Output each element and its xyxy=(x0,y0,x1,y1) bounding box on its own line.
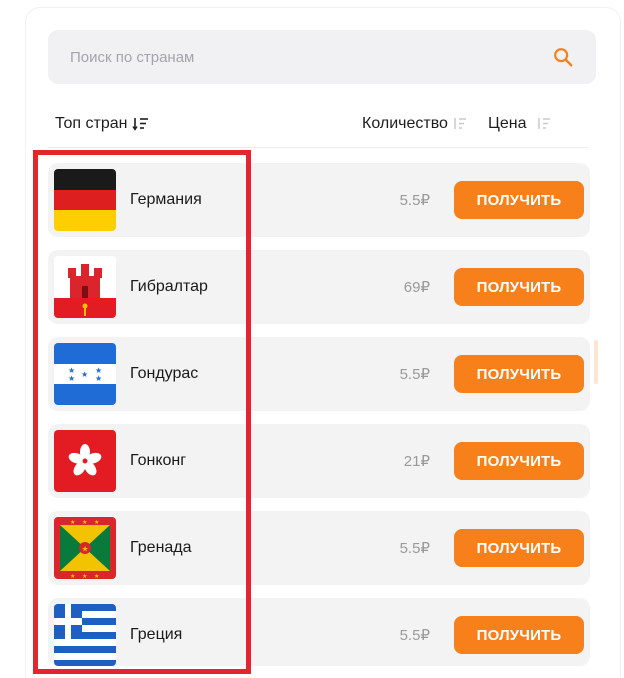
search-icon[interactable] xyxy=(552,46,574,68)
svg-text:★: ★ xyxy=(82,573,87,579)
country-price: 69₽ xyxy=(403,279,430,296)
list-item[interactable]: Греция 5.5₽ ПОЛУЧИТЬ xyxy=(48,598,590,666)
search-bar[interactable] xyxy=(48,30,596,84)
country-name: Гибралтар xyxy=(130,278,208,295)
list-item[interactable]: Гибралтар 69₽ ПОЛУЧИТЬ xyxy=(48,250,590,324)
country-price: 5.5₽ xyxy=(399,627,430,644)
svg-text:★: ★ xyxy=(82,545,89,554)
sort-top-countries[interactable]: Топ стран xyxy=(55,115,150,133)
scrollbar-thumb[interactable] xyxy=(594,340,598,384)
get-number-button[interactable]: ПОЛУЧИТЬ xyxy=(454,616,584,654)
get-number-button[interactable]: ПОЛУЧИТЬ xyxy=(454,529,584,567)
svg-text:★: ★ xyxy=(70,573,75,579)
list-item[interactable]: ★ ★ ★ ★ ★ Гондурас 5.5₽ ПОЛУЧИТЬ xyxy=(48,337,590,411)
svg-text:★: ★ xyxy=(82,519,87,526)
sort-icon xyxy=(538,118,551,129)
hong-kong-flag-icon xyxy=(54,430,116,492)
list-item[interactable]: Гонконг 21₽ ПОЛУЧИТЬ xyxy=(48,424,590,498)
country-name: Гондурас xyxy=(130,365,199,382)
list-item[interactable]: ★ ★ ★ ★ ★ ★ ★ Гренада 5.5₽ ПОЛУЧИТЬ xyxy=(48,511,590,585)
sort-price[interactable]: Цена xyxy=(488,115,554,133)
svg-text:★: ★ xyxy=(94,573,99,579)
list-item[interactable]: Германия 5.5₽ ПОЛУЧИТЬ xyxy=(48,163,590,237)
svg-text:★: ★ xyxy=(68,374,75,383)
country-price: 5.5₽ xyxy=(399,540,430,557)
get-number-button[interactable]: ПОЛУЧИТЬ xyxy=(454,268,584,306)
svg-text:★: ★ xyxy=(95,374,102,383)
list-header: Топ стран Количество Цена xyxy=(0,108,624,142)
svg-text:★: ★ xyxy=(70,519,75,526)
svg-text:★: ★ xyxy=(94,519,99,526)
country-name: Греция xyxy=(130,626,183,643)
header-divider xyxy=(48,147,588,148)
greece-flag-icon xyxy=(54,604,116,666)
get-number-button[interactable]: ПОЛУЧИТЬ xyxy=(454,355,584,393)
honduras-flag-icon: ★ ★ ★ ★ ★ xyxy=(54,343,116,405)
sort-quantity[interactable]: Количество xyxy=(362,115,470,133)
sort-icon xyxy=(454,118,466,129)
top-countries-label: Топ стран xyxy=(55,115,128,132)
quantity-label: Количество xyxy=(362,115,448,132)
country-list: Германия 5.5₽ ПОЛУЧИТЬ Гибралтар 69₽ ПОЛ… xyxy=(48,163,590,666)
country-name: Гонконг xyxy=(130,452,187,469)
country-name: Германия xyxy=(130,191,202,208)
sort-descending-icon xyxy=(131,118,148,131)
country-price: 5.5₽ xyxy=(399,192,430,209)
germany-flag-icon xyxy=(54,169,116,231)
country-name: Гренада xyxy=(130,539,192,556)
country-price: 5.5₽ xyxy=(399,366,430,383)
get-number-button[interactable]: ПОЛУЧИТЬ xyxy=(454,181,584,219)
get-number-button[interactable]: ПОЛУЧИТЬ xyxy=(454,442,584,480)
grenada-flag-icon: ★ ★ ★ ★ ★ ★ ★ xyxy=(54,517,116,579)
gibraltar-flag-icon xyxy=(54,256,116,318)
price-label: Цена xyxy=(488,115,527,132)
svg-text:★: ★ xyxy=(81,370,88,379)
search-input[interactable] xyxy=(70,48,552,66)
country-price: 21₽ xyxy=(403,453,430,470)
